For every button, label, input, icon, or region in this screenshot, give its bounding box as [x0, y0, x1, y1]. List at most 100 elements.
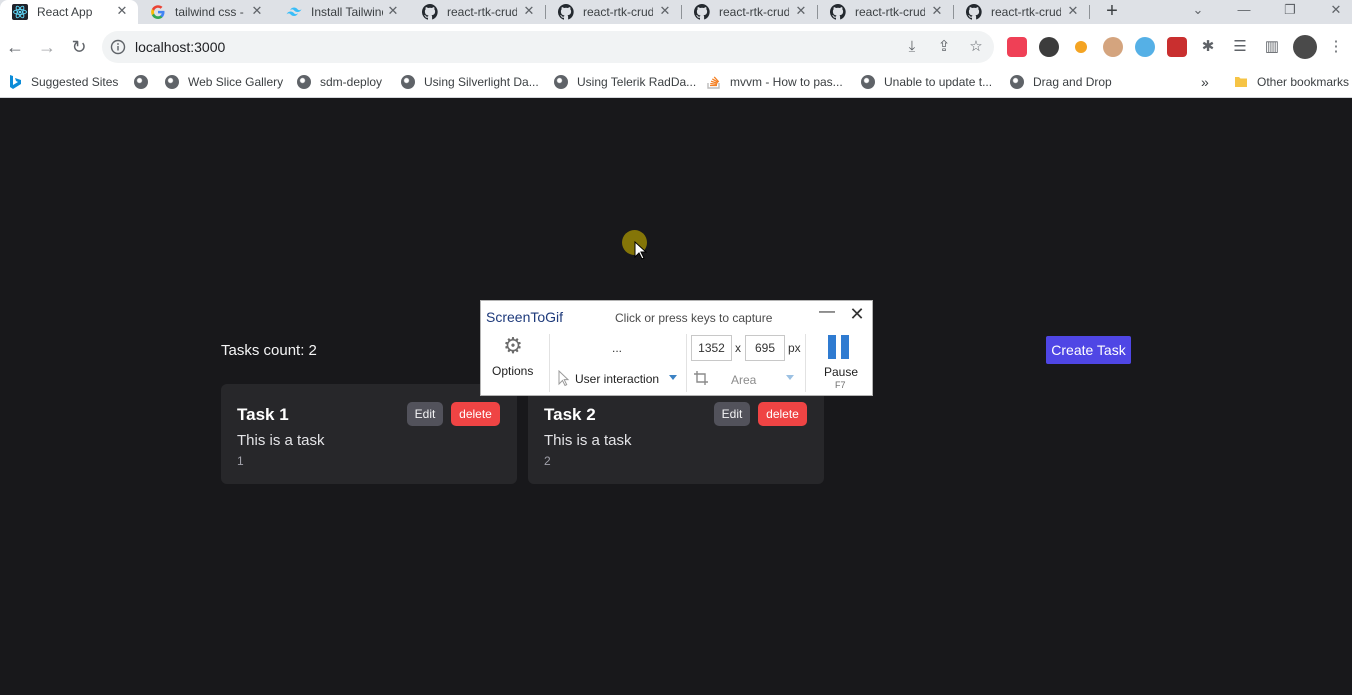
bookmarks-bar: Suggested Sites Web Slice Gallery sdm-de… — [0, 70, 1352, 98]
task-title: Task 1 — [237, 405, 289, 424]
reading-list-icon[interactable]: ☰ — [1231, 38, 1249, 56]
site-info-icon[interactable] — [110, 39, 126, 55]
extension-icon[interactable] — [1135, 37, 1155, 57]
capture-mode-select[interactable]: User interaction — [575, 372, 659, 386]
recorder-close-button[interactable]: ✕ — [847, 304, 867, 324]
screentogif-recorder: ScreenToGif Click or press keys to captu… — [480, 300, 873, 396]
edit-task-button[interactable]: Edit — [407, 402, 443, 426]
install-app-icon[interactable]: ⤓ — [903, 38, 921, 56]
tab-github-1[interactable]: react-rtk-crud ✕ — [410, 0, 546, 24]
area-select[interactable]: Area — [731, 373, 756, 387]
create-task-button[interactable]: Create Task — [1046, 336, 1131, 364]
recorder-options-button[interactable]: Options — [492, 364, 533, 378]
delete-task-button[interactable]: delete — [451, 402, 500, 426]
task-description: This is a task — [237, 432, 325, 449]
other-bookmarks-folder[interactable]: Other bookmarks — [1234, 71, 1349, 93]
globe-icon — [554, 75, 568, 89]
globe-icon — [165, 75, 179, 89]
google-icon — [150, 4, 166, 20]
tab-title: Install Tailwind — [311, 5, 383, 19]
chevron-down-icon[interactable] — [669, 375, 677, 380]
menu-kebab-icon[interactable]: ⋮ — [1327, 38, 1345, 56]
tab-github-4[interactable]: react-rtk-crud ✕ — [818, 0, 954, 24]
extensions-puzzle-icon[interactable]: ✱ — [1199, 38, 1217, 56]
tab-github-2[interactable]: react-rtk-crud ✕ — [546, 0, 682, 24]
extension-icon[interactable] — [1075, 41, 1087, 53]
bookmark-item[interactable]: Suggested Sites — [9, 71, 118, 93]
task-id: 1 — [237, 454, 244, 468]
extension-icon[interactable] — [1103, 37, 1123, 57]
bookmark-item[interactable]: Using Telerik RadDa... — [554, 71, 696, 93]
close-tab-icon[interactable]: ✕ — [929, 3, 945, 19]
reload-icon[interactable]: ↻ — [67, 35, 91, 59]
close-tab-icon[interactable]: ✕ — [1065, 3, 1081, 19]
chevron-down-icon[interactable] — [786, 375, 794, 380]
close-tab-icon[interactable]: ✕ — [249, 3, 265, 19]
delete-task-button[interactable]: delete — [758, 402, 807, 426]
tab-search-chevron-icon[interactable]: ⌄ — [1175, 0, 1221, 24]
recorder-minimize-button[interactable]: — — [818, 304, 836, 322]
side-panel-icon[interactable]: ▥ — [1263, 38, 1281, 56]
pause-icon[interactable] — [828, 335, 850, 359]
close-tab-icon[interactable]: ✕ — [657, 3, 673, 19]
react-icon — [12, 4, 28, 20]
avatar[interactable] — [1293, 35, 1317, 59]
divider — [686, 334, 687, 392]
tab-title: react-rtk-crud — [855, 5, 925, 19]
tab-title: react-rtk-crud — [583, 5, 653, 19]
tab-title: react-rtk-crud — [447, 5, 517, 19]
bookmark-label: mvvm - How to pas... — [730, 75, 843, 89]
pause-shortcut: F7 — [835, 380, 846, 390]
github-icon — [558, 4, 574, 20]
close-tab-icon[interactable]: ✕ — [793, 3, 809, 19]
address-bar[interactable]: localhost:3000 ⤓ ⇪ ☆ — [102, 31, 994, 63]
pocket-extension-icon[interactable] — [1007, 37, 1027, 57]
bookmark-item[interactable]: Drag and Drop — [1010, 71, 1112, 93]
task-title: Task 2 — [544, 405, 596, 424]
width-input[interactable]: 1352 — [691, 335, 732, 361]
bookmark-label: Using Telerik RadDa... — [577, 75, 697, 89]
extension-icon[interactable] — [1167, 37, 1187, 57]
bookmark-item[interactable] — [134, 71, 157, 93]
url-text: localhost:3000 — [135, 39, 226, 55]
bookmark-item[interactable]: mvvm - How to pas... — [707, 71, 843, 93]
bookmark-item[interactable]: Web Slice Gallery — [165, 71, 283, 93]
pause-button[interactable]: Pause — [824, 365, 858, 379]
task-id: 2 — [544, 454, 551, 468]
tab-react-app[interactable]: React App ✕ — [0, 0, 138, 24]
recorder-more-button[interactable]: ... — [612, 341, 622, 355]
bookmark-star-icon[interactable]: ☆ — [967, 38, 985, 56]
forward-icon[interactable]: → — [35, 35, 59, 59]
restore-window-button[interactable]: ❐ — [1267, 0, 1313, 24]
bookmark-item[interactable]: sdm-deploy — [297, 71, 382, 93]
globe-icon — [297, 75, 311, 89]
close-tab-icon[interactable]: ✕ — [114, 3, 130, 19]
tab-separator — [1089, 5, 1090, 19]
globe-icon — [134, 75, 148, 89]
gear-icon[interactable]: ⚙ — [501, 334, 525, 358]
bookmark-label: Drag and Drop — [1033, 75, 1112, 89]
minimize-window-button[interactable]: — — [1221, 0, 1267, 24]
close-tab-icon[interactable]: ✕ — [385, 3, 401, 19]
bookmark-item[interactable]: Using Silverlight Da... — [401, 71, 539, 93]
back-icon[interactable]: ← — [3, 35, 27, 59]
browser-tab-strip: React App ✕ tailwind css - ✕ Install Tai… — [0, 0, 1352, 24]
edit-task-button[interactable]: Edit — [714, 402, 750, 426]
close-window-button[interactable]: ✕ — [1313, 0, 1352, 24]
tab-install-tailwind[interactable]: Install Tailwind ✕ — [274, 0, 410, 24]
tab-github-5[interactable]: react-rtk-crud ✕ — [954, 0, 1090, 24]
new-tab-button[interactable]: + — [1101, 1, 1123, 23]
tab-github-3[interactable]: react-rtk-crud ✕ — [682, 0, 818, 24]
github-icon — [694, 4, 710, 20]
bookmark-label: Web Slice Gallery — [188, 75, 284, 89]
close-tab-icon[interactable]: ✕ — [521, 3, 537, 19]
mouse-pointer-icon — [634, 240, 648, 261]
height-input[interactable]: 695 — [745, 335, 785, 361]
bookmark-item[interactable]: Unable to update t... — [861, 71, 992, 93]
recorder-title: ScreenToGif — [486, 309, 564, 325]
extension-icon[interactable] — [1039, 37, 1059, 57]
share-icon[interactable]: ⇪ — [935, 38, 953, 56]
bookmark-label: Other bookmarks — [1257, 75, 1350, 89]
bookmarks-overflow-button[interactable]: » — [1201, 71, 1209, 93]
tab-tailwind-search[interactable]: tailwind css - ✕ — [138, 0, 274, 24]
